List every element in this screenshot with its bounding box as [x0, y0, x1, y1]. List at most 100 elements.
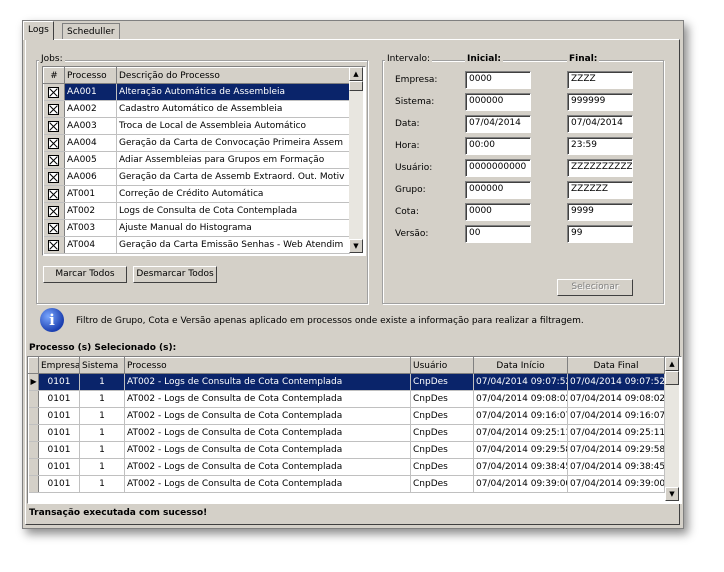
table-row[interactable]: 0101 1 AT002 - Logs de Consulta de Cota Co… — [28, 458, 665, 476]
scroll-down-icon[interactable]: ▼ — [665, 487, 679, 501]
row-indicator[interactable] — [28, 458, 39, 476]
checkbox-checked-icon[interactable] — [48, 222, 60, 234]
cell-empresa: 0101 — [38, 475, 80, 493]
job-row[interactable]: AT003 Ajuste Manual do Histograma — [43, 219, 350, 237]
inicial-input[interactable]: 0000000000 — [465, 159, 531, 177]
job-row[interactable]: AA006 Geração da Carta de Assemb Extraord… — [43, 168, 350, 186]
checkbox-checked-icon[interactable] — [48, 154, 60, 166]
selected-scrollbar[interactable]: ▲ ▼ — [665, 357, 679, 501]
inicial-input[interactable]: 000000 — [465, 93, 531, 111]
row-indicator[interactable] — [28, 407, 39, 425]
jobs-col-processo[interactable]: Processo — [64, 67, 117, 84]
jobs-list[interactable]: # Processo Descrição do Processo AA001 Al… — [42, 66, 366, 256]
job-checkbox[interactable] — [43, 219, 65, 237]
job-code: AT004 — [64, 236, 117, 254]
col-data-final[interactable]: Data Final — [567, 357, 665, 374]
cell-data-inicio: 07/04/2014 09:08:02 — [473, 390, 568, 408]
jobs-col-check[interactable]: # — [43, 67, 65, 84]
job-checkbox[interactable] — [43, 185, 65, 203]
cell-data-final: 07/04/2014 09:39:00 — [567, 475, 665, 493]
job-checkbox[interactable] — [43, 151, 65, 169]
job-checkbox[interactable] — [43, 100, 65, 118]
row-indicator[interactable] — [28, 390, 39, 408]
selected-processes-grid[interactable]: Empresa Sistema Processo Usuário Data In… — [27, 356, 682, 504]
jobs-col-descricao[interactable]: Descrição do Processo — [116, 67, 350, 84]
checkbox-checked-icon[interactable] — [48, 171, 60, 183]
job-description: Correção de Crédito Automática — [116, 185, 350, 203]
row-indicator[interactable] — [28, 441, 39, 459]
col-data-inicio[interactable]: Data Início — [473, 357, 568, 374]
col-processo[interactable]: Processo — [124, 357, 411, 374]
final-input[interactable]: ZZZZ — [567, 71, 633, 89]
job-row[interactable]: AT004 Geração da Carta Emissão Senhas - W… — [43, 236, 350, 254]
final-input[interactable]: ZZZZZZ — [567, 181, 633, 199]
final-input[interactable]: 23:59 — [567, 137, 633, 155]
col-empresa[interactable]: Empresa — [38, 357, 80, 374]
col-sistema[interactable]: Sistema — [79, 357, 125, 374]
checkbox-checked-icon[interactable] — [48, 86, 60, 98]
job-checkbox[interactable] — [43, 134, 65, 152]
final-input[interactable]: 07/04/2014 — [567, 115, 633, 133]
select-button[interactable]: Selecionar — [557, 279, 633, 296]
table-row[interactable]: 0101 1 AT002 - Logs de Consulta de Cota Co… — [28, 475, 665, 493]
job-checkbox[interactable] — [43, 236, 65, 254]
cell-sistema: 1 — [79, 373, 125, 391]
inicial-input[interactable]: 0000 — [465, 203, 531, 221]
job-description: Logs de Consulta de Cota Contemplada — [116, 202, 350, 220]
inicial-input[interactable]: 000000 — [465, 181, 531, 199]
checkbox-checked-icon[interactable] — [48, 188, 60, 200]
cell-sistema: 1 — [79, 390, 125, 408]
job-code: AA001 — [64, 83, 117, 101]
job-checkbox[interactable] — [43, 83, 65, 101]
job-row[interactable]: AA005 Adiar Assembleias para Grupos em Fo… — [43, 151, 350, 169]
unmark-all-button[interactable]: Desmarcar Todos — [133, 266, 217, 283]
tab-scheduller[interactable]: Scheduller — [62, 23, 120, 40]
mark-all-button[interactable]: Marcar Todos — [43, 266, 127, 283]
final-input[interactable]: ZZZZZZZZZZ — [567, 159, 633, 177]
scroll-up-icon[interactable]: ▲ — [349, 67, 363, 81]
scroll-up-icon[interactable]: ▲ — [665, 357, 679, 371]
col-usuario[interactable]: Usuário — [410, 357, 474, 374]
job-row[interactable]: AA003 Troca de Local de Assembleia Automá… — [43, 117, 350, 135]
table-row[interactable]: 0101 1 AT002 - Logs de Consulta de Cota Co… — [28, 424, 665, 442]
scroll-thumb[interactable] — [665, 371, 679, 385]
job-row[interactable]: AA002 Cadastro Automático de Assembleia — [43, 100, 350, 118]
scroll-down-icon[interactable]: ▼ — [349, 239, 363, 253]
row-indicator[interactable] — [28, 424, 39, 442]
intervalo-field-label: Hora: — [395, 141, 420, 151]
checkbox-checked-icon[interactable] — [48, 205, 60, 217]
final-input[interactable]: 99 — [567, 225, 633, 243]
job-checkbox[interactable] — [43, 117, 65, 135]
checkbox-checked-icon[interactable] — [48, 103, 60, 115]
job-row[interactable]: AT001 Correção de Crédito Automática — [43, 185, 350, 203]
checkbox-checked-icon[interactable] — [48, 239, 60, 251]
job-row[interactable]: AA001 Alteração Automática de Assembleia — [43, 83, 350, 101]
info-icon: i — [40, 308, 64, 332]
table-row[interactable]: 0101 1 AT002 - Logs de Consulta de Cota Co… — [28, 441, 665, 459]
row-indicator[interactable]: ▶ — [28, 373, 39, 391]
jobs-scrollbar[interactable]: ▲ ▼ — [349, 67, 363, 253]
table-row[interactable]: ▶ 0101 1 AT002 - Logs de Consulta de Cota C… — [28, 373, 665, 391]
inicial-input[interactable]: 00 — [465, 225, 531, 243]
intervalo-group: Intervalo: Inicial: Final: Empresa: 0000 Z… — [382, 54, 664, 304]
job-code: AA005 — [64, 151, 117, 169]
job-checkbox[interactable] — [43, 202, 65, 220]
table-row[interactable]: 0101 1 AT002 - Logs de Consulta de Cota Co… — [28, 407, 665, 425]
inicial-input[interactable]: 00:00 — [465, 137, 531, 155]
tab-logs[interactable]: Logs — [23, 21, 54, 40]
table-row[interactable]: 0101 1 AT002 - Logs de Consulta de Cota Co… — [28, 390, 665, 408]
cell-usuario: CnpDes — [410, 441, 474, 459]
inicial-input[interactable]: 07/04/2014 — [465, 115, 531, 133]
job-row[interactable]: AT002 Logs de Consulta de Cota Contemplad… — [43, 202, 350, 220]
cell-data-final: 07/04/2014 09:29:58 — [567, 441, 665, 459]
job-checkbox[interactable] — [43, 168, 65, 186]
final-input[interactable]: 9999 — [567, 203, 633, 221]
checkbox-checked-icon[interactable] — [48, 120, 60, 132]
cell-processo: AT002 - Logs de Consulta de Cota Contemp… — [124, 373, 411, 391]
job-row[interactable]: AA004 Geração da Carta de Convocação Prim… — [43, 134, 350, 152]
inicial-input[interactable]: 0000 — [465, 71, 531, 89]
row-indicator[interactable] — [28, 475, 39, 493]
scroll-thumb[interactable] — [349, 81, 363, 91]
checkbox-checked-icon[interactable] — [48, 137, 60, 149]
final-input[interactable]: 999999 — [567, 93, 633, 111]
